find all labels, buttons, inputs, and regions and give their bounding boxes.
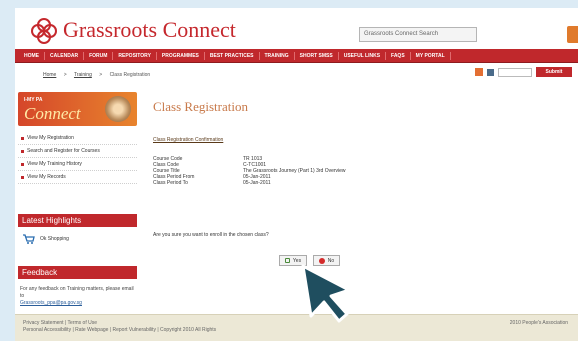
page-title: Class Registration [153, 99, 248, 114]
feedback-description: For any feedback on Training matters, pl… [20, 286, 134, 299]
latest-highlights-heading: Latest Highlights [18, 214, 137, 227]
check-icon [284, 258, 290, 263]
nav-item-programmes[interactable]: PROGRAMMES [157, 51, 205, 60]
confirm-question: Are you sure you want to enroll in the c… [153, 232, 269, 238]
feedback-heading: Feedback [18, 266, 137, 279]
tool-field[interactable] [498, 67, 532, 77]
cart-label: Ok Shopping [40, 236, 69, 242]
main-content: Class Registration Class Registration Co… [145, 92, 575, 302]
nav-item-repository[interactable]: REPOSITORY [113, 51, 157, 60]
footer-line-1[interactable]: Privacy Statement | Terms of Use [23, 320, 216, 327]
banner-image [105, 96, 131, 122]
class-details: Course Code TR 1013 Class Code C-TC1001 … [153, 156, 346, 186]
banner-big-text: Connect [24, 104, 81, 123]
footer-line-2[interactable]: Personal Accessibility | Rate Webpage | … [23, 327, 216, 334]
footer-copyright: 2010 People's Association [509, 320, 568, 326]
print-icon[interactable] [487, 68, 494, 76]
cart-icon [23, 234, 35, 244]
sidebar-item-training-history[interactable]: View My Training History [18, 158, 137, 171]
nav-item-home[interactable]: HOME [19, 51, 45, 60]
connect-banner[interactable]: I-MY PA Connect [18, 92, 137, 126]
nav-item-short-smss[interactable]: SHORT SMSS [295, 51, 339, 60]
breadcrumb-current: Class Registration [109, 72, 151, 78]
highlight-item[interactable]: Ok Shopping [23, 234, 69, 244]
breadcrumb-training[interactable]: Training [74, 72, 92, 78]
sidebar-item-view-registration[interactable]: View My Registration [18, 132, 137, 145]
nav-item-calendar[interactable]: CALENDAR [45, 51, 85, 60]
logo-icon [31, 18, 57, 44]
nav-item-forum[interactable]: FORUM [84, 51, 114, 60]
breadcrumb-separator: > [63, 72, 67, 78]
submit-button[interactable]: Submit [536, 67, 572, 77]
breadcrumb: Home > Training > Class Registration [43, 72, 156, 78]
detail-value: 05-Jan-2011 [243, 180, 271, 186]
mouse-pointer-icon [301, 264, 351, 323]
detail-label: Class Period To [153, 180, 188, 186]
rss-icon[interactable] [475, 68, 483, 76]
logo-text[interactable]: Grassroots Connect [63, 17, 236, 43]
site-header: Grassroots Connect Grassroots Connect Se… [15, 8, 578, 48]
banner-small-text: I-MY PA [24, 97, 43, 103]
search-input[interactable]: Grassroots Connect Search [359, 27, 477, 42]
breadcrumb-separator: > [99, 72, 103, 78]
nav-item-my-portal[interactable]: MY PORTAL [411, 51, 451, 60]
breadcrumb-home[interactable]: Home [43, 72, 56, 78]
sidebar-menu: View My Registration Search and Register… [18, 132, 137, 184]
main-nav: HOME CALENDAR FORUM REPOSITORY PROGRAMMES BES… [15, 49, 578, 63]
nav-item-useful-links[interactable]: USEFUL LINKS [339, 51, 387, 60]
detail-row: Class Period To 05-Jan-2011 [153, 180, 346, 186]
sidebar-item-search-register[interactable]: Search and Register for Courses [18, 145, 137, 158]
nav-item-faqs[interactable]: FAQS [386, 51, 411, 60]
nav-item-best-practices[interactable]: BEST PRACTICES [205, 51, 260, 60]
sidebar: I-MY PA Connect View My Registration Sea… [15, 92, 137, 306]
nav-item-training[interactable]: TRAINING [260, 51, 295, 60]
toolbar: Submit [475, 67, 572, 77]
search-button[interactable] [567, 26, 578, 43]
confirmation-link[interactable]: Class Registration Confirmation [153, 137, 223, 143]
footer-links: Privacy Statement | Terms of Use Persona… [23, 320, 216, 334]
sidebar-item-records[interactable]: View My Records [18, 171, 137, 184]
feedback-text: For any feedback on Training matters, pl… [20, 286, 135, 307]
feedback-email-link[interactable]: Grassroots_ppa@pa.gov.sg [20, 300, 135, 307]
